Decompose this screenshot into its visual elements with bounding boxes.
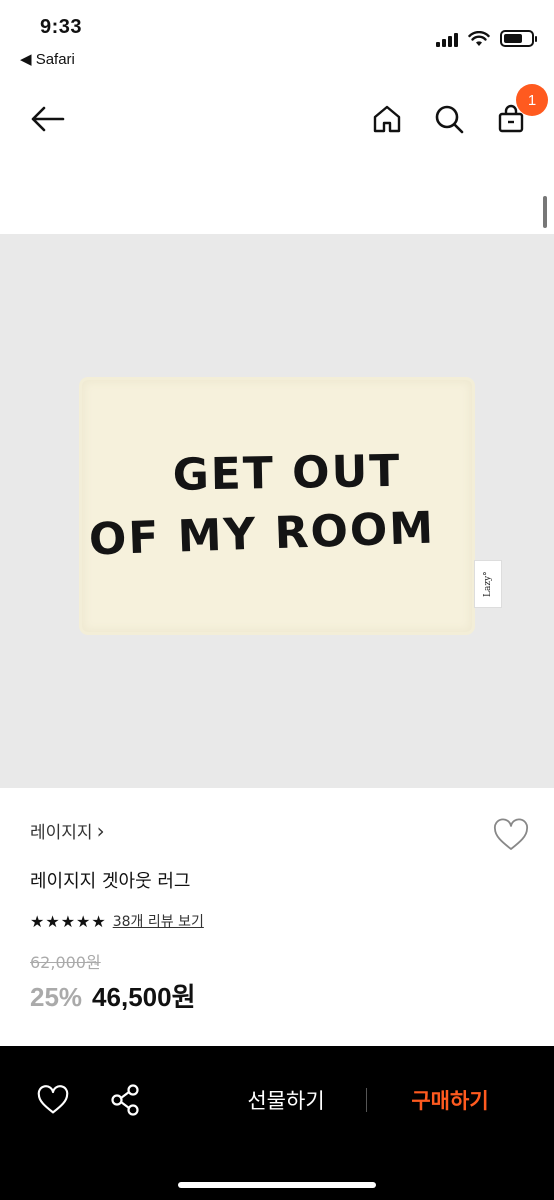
star-rating: ★★★★★: [30, 911, 107, 931]
brand-link[interactable]: 레이지지 ›: [30, 818, 530, 844]
cart-button[interactable]: 1: [488, 84, 548, 142]
heart-icon: [37, 1085, 69, 1114]
product-info: 레이지지 › 레이지지 겟아웃 러그 ★★★★★ 38개 리뷰 보기 62,00…: [30, 818, 530, 1014]
search-button[interactable]: [426, 96, 472, 142]
status-time: 9:33: [40, 16, 83, 38]
original-price: 62,000원: [30, 953, 101, 972]
back-to-safari-link[interactable]: ◀ Safari: [20, 50, 75, 68]
brand-name: 레이지지: [30, 823, 93, 843]
rug-picture: GET OUT OF MY ROOM Lazy°: [82, 380, 502, 632]
product-image[interactable]: GET OUT OF MY ROOM Lazy°: [0, 234, 554, 788]
chevron-right-icon: ›: [96, 818, 105, 843]
status-bar: 9:33 ◀ Safari: [0, 0, 554, 80]
sale-price: 46,500원: [92, 982, 196, 1012]
gift-button[interactable]: 선물하기: [226, 1080, 346, 1120]
product-title: 레이지지 겟아웃 러그: [30, 871, 191, 892]
discount-rate: 25%: [30, 982, 83, 1012]
search-icon: [435, 105, 464, 134]
price-row: 25% 46,500원: [30, 977, 530, 1014]
share-button[interactable]: [102, 1080, 148, 1120]
rug-text-line1: GET OUT: [172, 445, 402, 501]
wifi-icon: [468, 30, 490, 46]
heart-icon: [494, 818, 528, 850]
bottom-wishlist-button[interactable]: [30, 1080, 76, 1120]
bottom-action-bar: 선물하기 구매하기: [0, 1046, 554, 1200]
share-icon: [111, 1084, 139, 1116]
battery-icon: [500, 30, 537, 47]
arrow-left-icon: [31, 106, 65, 132]
home-indicator: [178, 1182, 376, 1188]
home-icon: [373, 105, 401, 133]
scroll-indicator: [543, 196, 547, 228]
top-nav: 1: [0, 82, 554, 156]
rug-text-line2: OF MY ROOM: [88, 502, 436, 566]
buy-button[interactable]: 구매하기: [390, 1080, 510, 1120]
review-link[interactable]: 38개 리뷰 보기: [113, 911, 204, 931]
wishlist-button[interactable]: [492, 818, 530, 856]
status-icons: [436, 30, 537, 47]
back-button[interactable]: [24, 96, 70, 142]
cart-count-badge: 1: [516, 84, 548, 116]
home-button[interactable]: [364, 96, 410, 142]
rating-row: ★★★★★ 38개 리뷰 보기: [30, 911, 530, 931]
rug-brand-tag: Lazy°: [474, 560, 502, 608]
cellular-signal-icon: [436, 31, 458, 47]
button-divider: [366, 1088, 367, 1112]
